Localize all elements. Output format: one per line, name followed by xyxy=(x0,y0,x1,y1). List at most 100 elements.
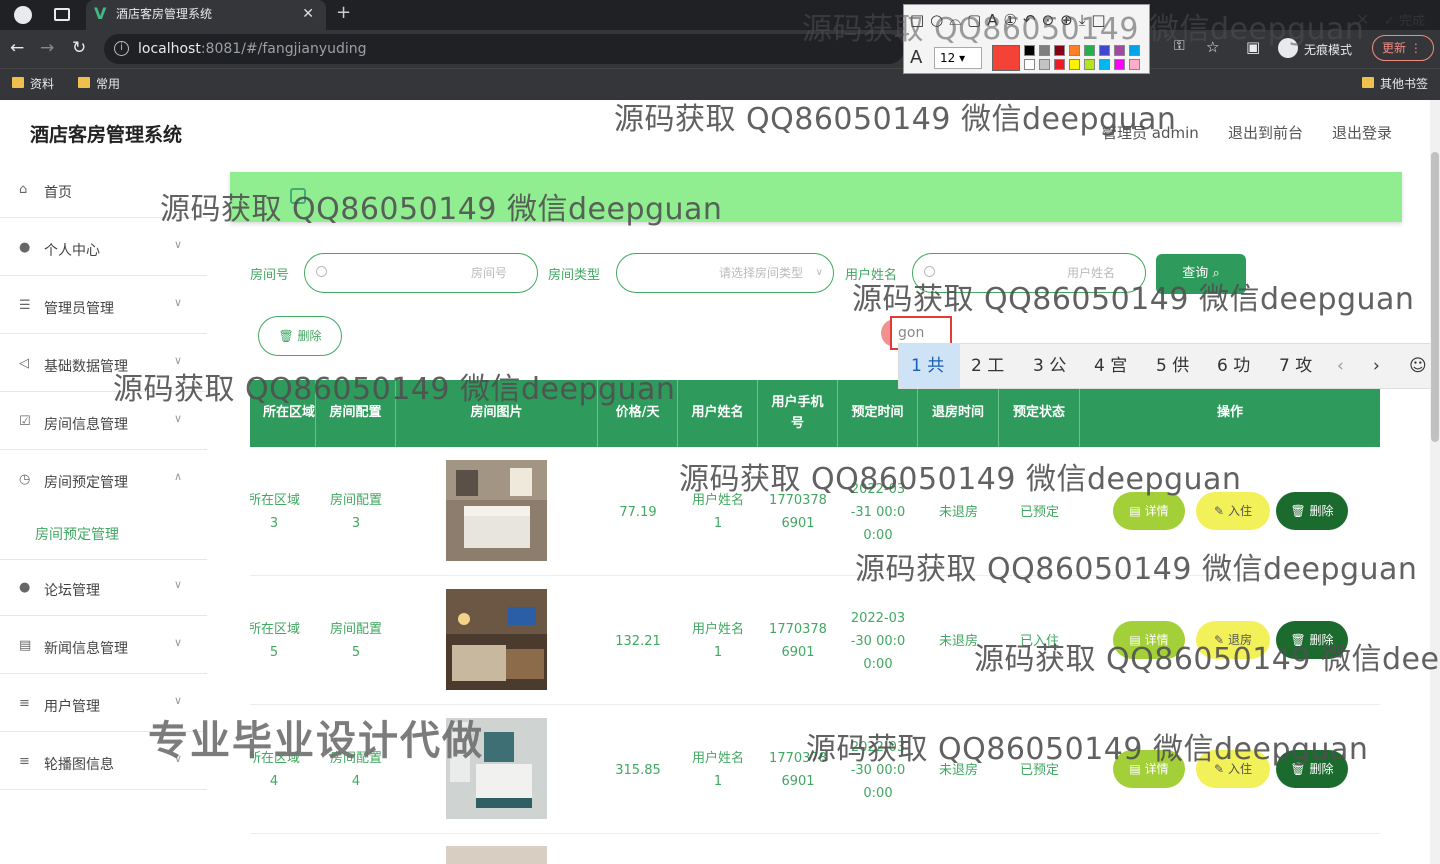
browser-menu-icon[interactable] xyxy=(14,6,32,24)
watermark: 源码获取 QQ86050149 微信deepguan xyxy=(802,12,1365,47)
sidebar-label: 房间预定管理 xyxy=(44,475,128,491)
watermark: 源码获取 QQ86050149 微信deepguan xyxy=(974,642,1440,677)
browser-tab[interactable]: V 酒店客房管理系统 ✕ xyxy=(86,0,326,30)
color-swatch[interactable] xyxy=(1114,59,1125,70)
color-swatch[interactable] xyxy=(1084,59,1095,70)
reload-icon[interactable]: ↻ xyxy=(72,38,86,58)
btn-label: 删除 xyxy=(1309,504,1334,518)
list-icon: ≡ xyxy=(19,754,30,769)
room-type-select[interactable]: 请选择房间类型 ∨ xyxy=(616,253,834,293)
trash-icon: 🗑 xyxy=(278,329,294,343)
delete-button[interactable]: 🗑 删除 xyxy=(1276,492,1348,530)
cell-config: 房间配置 5 xyxy=(329,622,382,660)
url-host: localhost xyxy=(138,41,201,57)
logout-link[interactable]: 退出登录 xyxy=(1332,122,1392,143)
next-page-icon[interactable]: › xyxy=(1373,344,1380,388)
tab-close-icon[interactable]: ✕ xyxy=(302,0,314,28)
update-label: 更新 xyxy=(1382,41,1407,55)
sidebar-item-profile[interactable]: ● 个人中心 ∨ xyxy=(0,220,207,276)
text-size-icon: A xyxy=(910,47,923,68)
annotation-done-button[interactable]: ✓ 完成 xyxy=(1384,10,1425,29)
page-scrollbar[interactable] xyxy=(1430,100,1440,864)
chevron-down-icon: ∨ xyxy=(174,238,183,251)
user-icon: ● xyxy=(19,580,31,595)
sidebar-item-news[interactable]: ▤ 新闻信息管理 ∨ xyxy=(0,618,207,674)
list-icon: ≡ xyxy=(19,696,30,711)
sidebar-item-admins[interactable]: ☰ 管理员管理 ∨ xyxy=(0,278,207,334)
site-info-icon[interactable]: i xyxy=(114,41,129,56)
sidebar-label: 首页 xyxy=(44,185,72,201)
sidebar-subitem-booking[interactable]: 房间预定管理 xyxy=(35,524,119,544)
other-bookmarks[interactable]: 其他书签 xyxy=(1362,75,1428,92)
btn-label: 详情 xyxy=(1144,504,1169,518)
cell-username: 用户姓名 1 xyxy=(691,622,744,660)
tab-overview-icon[interactable] xyxy=(54,8,70,21)
ime-candidate-bar: 1 共 2 工 3 公 4 宫 5 供 6 功 7 攻 ‹ › ☺ xyxy=(898,343,1440,389)
chevron-down-icon: ∨ xyxy=(174,636,183,649)
sliders-icon: ☰ xyxy=(19,298,31,313)
cell-username: 用户姓名 1 xyxy=(691,751,744,789)
current-color-swatch[interactable] xyxy=(992,45,1020,71)
cell-price: 77.19 xyxy=(619,504,657,520)
cell-price: 132.21 xyxy=(615,633,661,649)
user-icon: ● xyxy=(19,240,31,255)
room-photo xyxy=(446,846,547,864)
prev-page-icon[interactable]: ‹ xyxy=(1337,344,1344,388)
watermark: 源码获取 QQ86050149 微信deepguan xyxy=(614,102,1177,137)
cell-booktime: 2022-03 -30 00:0 0:00 xyxy=(850,610,906,672)
delete-label: 删除 xyxy=(297,329,322,343)
room-photo xyxy=(446,460,547,561)
ime-candidate[interactable]: 4 宫 xyxy=(1094,344,1127,388)
checkbox-icon: ☑ xyxy=(19,414,31,429)
font-size-value: 12 xyxy=(940,51,956,65)
sidebar-label: 轮播图信息 xyxy=(44,757,114,773)
forward-icon[interactable]: → xyxy=(40,38,54,58)
bookmark-folder[interactable]: 资料 xyxy=(12,75,54,92)
color-swatch[interactable] xyxy=(1069,59,1080,70)
edit-icon: ✎ xyxy=(1214,504,1225,518)
bookmark-folder[interactable]: 常用 xyxy=(78,75,120,92)
ime-candidate[interactable]: 5 供 xyxy=(1156,344,1189,388)
watermark: 源码获取 QQ86050149 微信deepguan xyxy=(852,282,1415,317)
color-swatch[interactable] xyxy=(1054,59,1065,70)
placeholder: 请选择房间类型 xyxy=(718,266,803,280)
back-icon[interactable]: ← xyxy=(10,38,24,58)
color-swatch[interactable] xyxy=(1039,59,1050,70)
ime-candidate[interactable]: 2 工 xyxy=(971,344,1004,388)
room-no-input[interactable]: 房间号 xyxy=(304,253,538,293)
sidebar-label: 用户管理 xyxy=(44,699,100,715)
sidebar-label: 新闻信息管理 xyxy=(44,641,128,657)
done-label: 完成 xyxy=(1399,14,1426,29)
col-booktime: 预定时间 xyxy=(838,380,918,447)
ime-candidate[interactable]: 3 公 xyxy=(1033,344,1066,388)
address-bar[interactable]: i localhost:8081/#/fangjianyuding xyxy=(104,34,904,64)
color-swatch[interactable] xyxy=(1099,59,1110,70)
cell-config: 房间配置 3 xyxy=(329,493,382,531)
sidebar-label: 个人中心 xyxy=(44,243,100,259)
tab-title: 酒店客房管理系统 xyxy=(116,7,213,21)
trash-icon: 🗑 xyxy=(1290,504,1306,518)
color-swatch[interactable] xyxy=(1024,59,1035,70)
batch-delete-button[interactable]: 🗑 删除 xyxy=(258,316,342,356)
ime-candidate[interactable]: 1 共 xyxy=(899,344,960,388)
update-button[interactable]: 更新 ⋮ xyxy=(1372,35,1434,61)
watermark: 源码获取 QQ86050149 微信deepguan xyxy=(160,192,723,227)
watermark: 源码获取 QQ86050149 微信deepguan xyxy=(855,552,1418,587)
color-swatch[interactable] xyxy=(1129,59,1140,70)
col-username: 用户姓名 xyxy=(678,380,758,447)
cell-phone: 1770378 6901 xyxy=(769,622,827,660)
ime-candidate[interactable]: 7 攻 xyxy=(1279,344,1312,388)
new-tab-icon[interactable]: + xyxy=(336,2,351,23)
search-icon xyxy=(316,266,327,277)
room-type-label: 房间类型 xyxy=(548,268,601,283)
col-phone: 用户手机号 xyxy=(758,380,838,447)
watermark: 源码获取 QQ86050149 微信deepguan xyxy=(113,372,676,407)
ime-candidate[interactable]: 6 功 xyxy=(1217,344,1250,388)
sidebar-label: 管理员管理 xyxy=(44,301,114,317)
sidebar-item-forum[interactable]: ● 论坛管理 ∨ xyxy=(0,560,207,616)
emoji-icon[interactable]: ☺ xyxy=(1409,344,1427,388)
font-size-select[interactable]: 12 ▾ xyxy=(934,47,982,69)
back-to-front-link[interactable]: 退出到前台 xyxy=(1228,122,1303,143)
chevron-down-icon: ∨ xyxy=(174,296,183,309)
scrollbar-thumb[interactable] xyxy=(1431,152,1439,442)
